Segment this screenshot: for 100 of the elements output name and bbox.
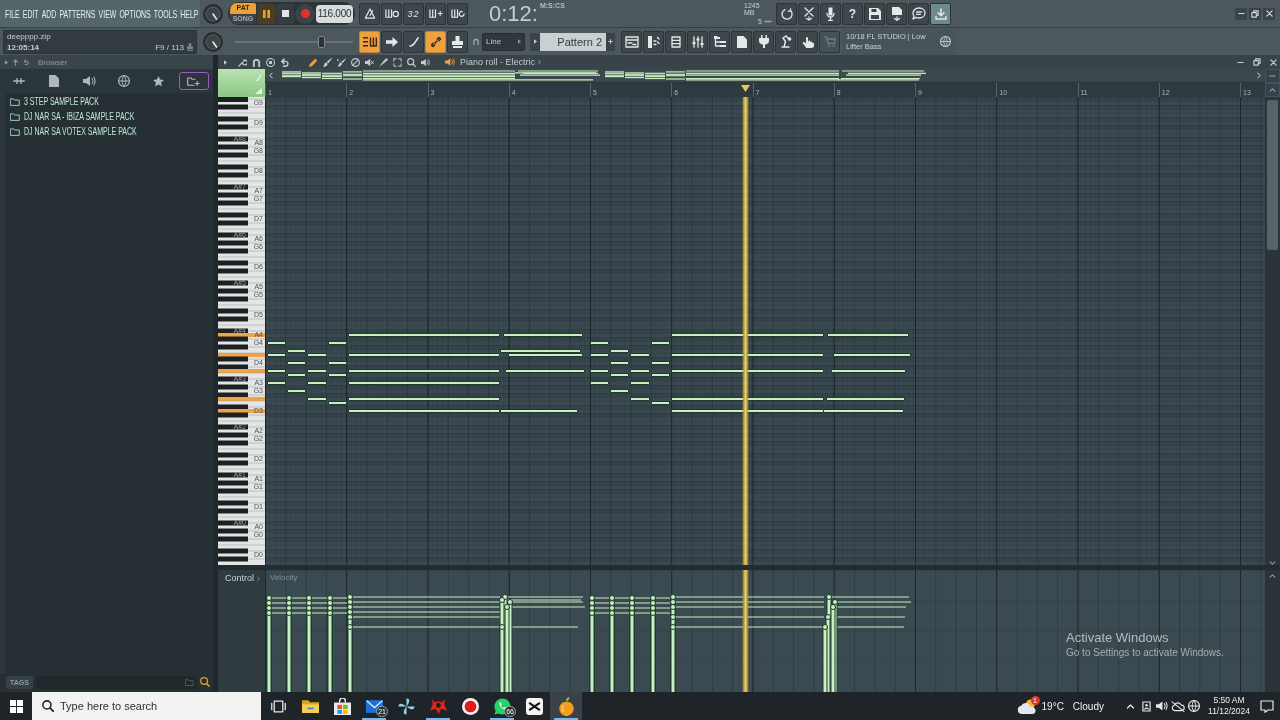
- menu-item[interactable]: VIEW: [98, 7, 117, 20]
- browser-item[interactable]: DJ NAR SA - IBIZA SAMPLE PACK: [24, 111, 135, 122]
- toolbar-button[interactable]: [359, 2, 380, 25]
- restore-icon: [1251, 9, 1259, 18]
- note-block: [267, 341, 286, 345]
- weather-condition[interactable]: Cloudy: [1072, 700, 1104, 712]
- tool-button[interactable]: [406, 57, 417, 67]
- restore-icon: [1253, 58, 1261, 66]
- shopping-bag-icon: [333, 697, 351, 715]
- stop-button[interactable]: [276, 3, 294, 24]
- pattern-arrow-button[interactable]: [530, 32, 540, 51]
- view-button[interactable]: [621, 30, 642, 53]
- restore-button[interactable]: [1249, 7, 1261, 20]
- view-button[interactable]: [665, 30, 686, 53]
- note-block: [590, 341, 609, 345]
- view-button[interactable]: [643, 30, 664, 53]
- tool-button[interactable]: [265, 57, 276, 67]
- toolbar-button[interactable]: 32: [403, 2, 424, 25]
- view-button[interactable]: [775, 30, 796, 53]
- piano-keyboard[interactable]: [218, 97, 265, 565]
- toolbar-button[interactable]: [447, 2, 468, 25]
- menu-item[interactable]: PATTERNS: [59, 7, 96, 20]
- tool-button[interactable]: [279, 57, 290, 67]
- tool-button[interactable]: [420, 57, 431, 67]
- snap-dropdown[interactable]: Line: [482, 32, 525, 51]
- curve-icon: [255, 74, 262, 81]
- toolbar-button[interactable]: [864, 2, 885, 25]
- toolbar-button[interactable]: [908, 2, 929, 25]
- minimize-icon: [1237, 60, 1244, 64]
- menu-item[interactable]: HELP: [180, 7, 199, 20]
- view-button[interactable]: [797, 30, 818, 53]
- add-pattern-button[interactable]: [606, 32, 615, 51]
- star-icon: [153, 75, 165, 87]
- toolbar-button[interactable]: [425, 30, 446, 53]
- piano-roll-title[interactable]: Piano roll - Electric: [460, 57, 536, 67]
- note-length-line: [331, 607, 348, 609]
- tempo-display[interactable]: 116.000: [316, 4, 353, 23]
- toolbar-button[interactable]: ?: [842, 2, 863, 25]
- volume-knob[interactable]: [203, 3, 223, 24]
- view-button[interactable]: [731, 30, 752, 53]
- browser-item[interactable]: 3 STEP SAMPLE PACK: [24, 96, 99, 107]
- scroll-button[interactable]: [1265, 83, 1280, 97]
- pattern-overview[interactable]: [265, 69, 1265, 83]
- toolbar-button[interactable]: [359, 30, 380, 53]
- browser-item[interactable]: DJ NAR SA VOTEX SAMPLE PACK: [24, 126, 137, 137]
- note-block: [610, 361, 629, 365]
- control-label[interactable]: Control: [225, 573, 254, 583]
- tags-field[interactable]: [35, 675, 197, 689]
- restore-button[interactable]: [1250, 58, 1264, 66]
- menu-item[interactable]: OPTIONS: [119, 7, 151, 20]
- tool-button[interactable]: [350, 57, 361, 67]
- toolbar-button[interactable]: [886, 2, 907, 25]
- view-button[interactable]: [687, 30, 708, 53]
- search-field[interactable]: Type here to search: [32, 692, 261, 720]
- menu-item[interactable]: ADD: [41, 7, 57, 20]
- toolbar-button[interactable]: [381, 30, 402, 53]
- toolbar-button[interactable]: [798, 2, 819, 25]
- minimize-button[interactable]: [1235, 7, 1247, 20]
- toolbar-button[interactable]: [447, 30, 468, 53]
- tool-button[interactable]: [308, 57, 319, 67]
- tool-button[interactable]: [364, 57, 375, 67]
- toolbar-button[interactable]: [403, 30, 424, 53]
- vertical-scrollbar[interactable]: [1265, 97, 1280, 565]
- toolbar-button[interactable]: [425, 2, 446, 25]
- piano-clock-icon: [384, 8, 399, 19]
- menu-item[interactable]: TOOLS: [153, 7, 178, 20]
- clock-date: 11/12/2024: [1208, 706, 1250, 717]
- clock[interactable]: 5:50 AM 11/12/2024: [1206, 695, 1252, 717]
- note-block: [267, 381, 286, 385]
- note-length-line: [613, 597, 630, 599]
- tool-button[interactable]: [378, 57, 389, 67]
- pitch-knob[interactable]: [203, 31, 223, 52]
- note-length-line: [331, 597, 348, 599]
- close-button[interactable]: [1263, 7, 1275, 20]
- toolbar-button[interactable]: [776, 2, 797, 25]
- temperature[interactable]: 19°C: [1041, 700, 1064, 712]
- pattern-selector[interactable]: Pattern 2: [540, 32, 606, 51]
- playhead-marker-icon: [741, 85, 750, 92]
- close-button[interactable]: [1267, 58, 1280, 66]
- window-icon: [624, 35, 639, 48]
- toolbar-button[interactable]: [820, 2, 841, 25]
- tool-button[interactable]: [322, 57, 333, 67]
- toolbar-button[interactable]: [930, 2, 951, 25]
- scrollbar-thumb[interactable]: [1267, 100, 1278, 250]
- view-button[interactable]: [753, 30, 774, 53]
- tool-button[interactable]: [237, 57, 248, 67]
- pause-button[interactable]: [257, 3, 275, 24]
- note-length-line: [270, 607, 287, 609]
- minimize-button[interactable]: [1234, 60, 1247, 64]
- tool-button[interactable]: [392, 57, 403, 67]
- browser-tab[interactable]: [178, 72, 209, 90]
- view-button[interactable]: [709, 30, 730, 53]
- curve-icon: [408, 36, 419, 47]
- tool-button[interactable]: [251, 57, 262, 67]
- menu-item[interactable]: FILE: [5, 7, 20, 20]
- menu-item[interactable]: EDIT: [22, 7, 39, 20]
- tool-button[interactable]: [336, 57, 347, 67]
- note-length-line: [613, 612, 630, 614]
- slider-thumb[interactable]: [318, 35, 326, 48]
- toolbar-button[interactable]: [381, 2, 402, 25]
